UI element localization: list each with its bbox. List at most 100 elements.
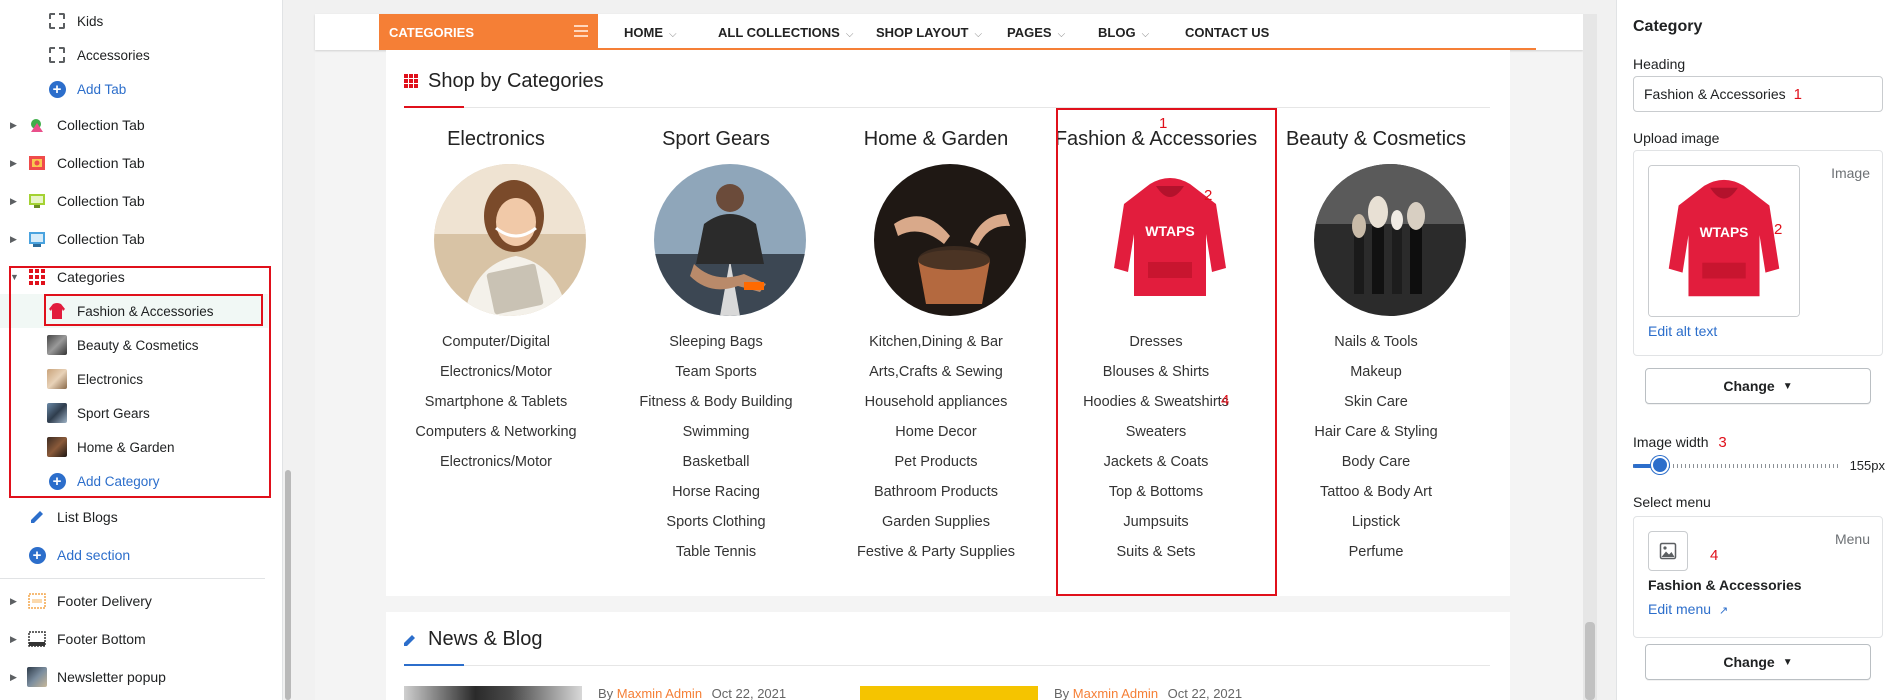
sidebar-item-collection-tab-4[interactable]: ▶ Collection Tab (0, 222, 268, 256)
sidebar-item-collection-tab-2[interactable]: ▶ Collection Tab (0, 146, 268, 180)
category-link[interactable]: Household appliances (826, 392, 1046, 422)
chevron-down-icon: ⌵ (974, 29, 983, 40)
add-tab-label: Add Tab (77, 81, 127, 97)
category-link[interactable]: Hair Care & Styling (1266, 422, 1486, 452)
change-image-button[interactable]: Change ▼ (1645, 368, 1871, 404)
category-link[interactable]: Tattoo & Body Art (1266, 482, 1486, 512)
categories-menu-label: CATEGORIES (389, 24, 474, 40)
sidebar-item-newsletter-popup[interactable]: ▶ Newsletter popup (0, 660, 268, 694)
store-preview: CATEGORIES HOME ⌵ ALL COLLECTIONS ⌵ SHOP L… (293, 0, 1613, 700)
chevron-down-icon: ⌵ (845, 29, 854, 40)
category-heading[interactable]: Sport Gears (606, 128, 826, 151)
category-heading[interactable]: Home & Garden (826, 128, 1046, 151)
category-link[interactable]: Makeup (1266, 362, 1486, 392)
nav-all-collections[interactable]: ALL COLLECTIONS ⌵ (718, 25, 853, 40)
add-tab-button[interactable]: + Add Tab (0, 72, 268, 106)
nav-blog[interactable]: BLOG ⌵ (1098, 25, 1149, 40)
sidebar-item-label: Collection Tab (57, 193, 145, 209)
category-link[interactable]: Bathroom Products (826, 482, 1046, 512)
home-garden-image[interactable] (874, 164, 1026, 316)
collection-tab-icon (26, 228, 48, 250)
category-link[interactable]: Electronics/Motor (386, 452, 606, 482)
category-link[interactable]: Festive & Party Supplies (826, 542, 1046, 572)
category-link[interactable]: Horse Racing (606, 482, 826, 512)
category-link[interactable]: Swimming (606, 422, 826, 452)
add-section-button[interactable]: + Add section (0, 538, 268, 572)
sidebar-item-kids[interactable]: Kids (0, 4, 268, 38)
category-link[interactable]: Kitchen,Dining & Bar (826, 332, 1046, 362)
fashion-item-highlight-box (44, 294, 263, 326)
chevron-down-icon: ⌵ (1141, 29, 1150, 40)
image-width-slider-thumb[interactable] (1651, 456, 1669, 474)
category-link[interactable]: Sports Clothing (606, 512, 826, 542)
sidebar-item-footer-delivery[interactable]: ▶ Footer Delivery (0, 584, 268, 618)
main-navbar: CATEGORIES HOME ⌵ ALL COLLECTIONS ⌵ SHOP L… (315, 14, 1583, 50)
sidebar-item-footer-bottom[interactable]: ▶ Footer Bottom (0, 622, 268, 656)
category-link[interactable]: Computer/Digital (386, 332, 606, 362)
category-link[interactable]: Perfume (1266, 542, 1486, 572)
category-link[interactable]: Electronics/Motor (386, 362, 606, 392)
sidebar-item-label: Footer Bottom (57, 631, 146, 647)
electronics-image[interactable] (434, 164, 586, 316)
change-menu-button[interactable]: Change ▼ (1645, 644, 1871, 680)
blog-author-link[interactable]: Maxmin Admin (1073, 686, 1158, 700)
category-link[interactable]: Computers & Networking (386, 422, 606, 452)
category-link[interactable]: Garden Supplies (826, 512, 1046, 542)
category-link-list: Nails & Tools Makeup Skin Care Hair Care… (1266, 332, 1486, 572)
nav-pages[interactable]: PAGES ⌵ (1007, 25, 1065, 40)
sidebar-item-label: Accessories (77, 47, 150, 63)
image-width-label: Image width 3 (1633, 434, 1727, 451)
sidebar-item-label: Collection Tab (57, 155, 145, 171)
category-link[interactable]: Fitness & Body Building (606, 392, 826, 422)
plus-circle-icon: + (26, 544, 48, 566)
category-link[interactable]: Nails & Tools (1266, 332, 1486, 362)
heading-input[interactable]: Fashion & Accessories 1 (1633, 76, 1883, 112)
edit-menu-link[interactable]: Edit menu ↗ (1648, 601, 1728, 617)
category-link[interactable]: Team Sports (606, 362, 826, 392)
settings-panel: Category Heading Fashion & Accessories 1… (1616, 0, 1893, 700)
nav-shop-layout[interactable]: SHOP LAYOUT ⌵ (876, 25, 982, 40)
image-width-value: 155px (1849, 458, 1885, 473)
hamburger-icon (574, 25, 588, 37)
sections-sidebar: Kids Accessories + Add Tab ▶ Collection … (0, 0, 283, 700)
category-link[interactable]: Home Decor (826, 422, 1046, 452)
sidebar-item-label: Kids (77, 13, 104, 29)
category-link[interactable]: Table Tennis (606, 542, 826, 572)
blog-post-image[interactable] (860, 686, 1038, 700)
plus-circle-icon: + (46, 78, 68, 100)
hoodie-print-text: WTAPS (1700, 224, 1749, 240)
blog-post-image[interactable] (404, 686, 582, 700)
pencil-icon (26, 506, 48, 528)
pencil-icon (402, 632, 418, 653)
sidebar-item-accessories[interactable]: Accessories (0, 38, 268, 72)
nav-contact-us[interactable]: CONTACT US (1185, 25, 1269, 40)
sidebar-item-label: Footer Delivery (57, 593, 152, 609)
sport-gears-image[interactable] (654, 164, 806, 316)
beauty-cosmetics-image[interactable] (1314, 164, 1466, 316)
categories-menu-button[interactable]: CATEGORIES (379, 14, 598, 50)
preview-scrollbar-thumb[interactable] (1585, 622, 1595, 700)
collection-tab-icon (26, 190, 48, 212)
sidebar-item-collection-tab-3[interactable]: ▶ Collection Tab (0, 184, 268, 218)
sidebar-item-list-blogs[interactable]: List Blogs (0, 500, 268, 534)
category-link[interactable]: Body Care (1266, 452, 1486, 482)
blog-author-link[interactable]: Maxmin Admin (617, 686, 702, 700)
select-menu-label: Select menu (1633, 494, 1711, 510)
category-link[interactable]: Skin Care (1266, 392, 1486, 422)
category-link[interactable]: Arts,Crafts & Sewing (826, 362, 1046, 392)
annotation-number-3: 3 (1718, 434, 1727, 451)
category-heading[interactable]: Electronics (386, 128, 606, 151)
sidebar-item-collection-tab-1[interactable]: ▶ Collection Tab (0, 108, 268, 142)
category-link[interactable]: Sleeping Bags (606, 332, 826, 362)
category-link[interactable]: Pet Products (826, 452, 1046, 482)
category-link[interactable]: Lipstick (1266, 512, 1486, 542)
edit-alt-text-link[interactable]: Edit alt text (1648, 323, 1717, 339)
sidebar-scrollbar-thumb[interactable] (285, 470, 291, 700)
fashion-column-highlight-box (1056, 108, 1277, 596)
nav-home[interactable]: HOME ⌵ (624, 25, 677, 40)
preview-scrollbar-track[interactable] (1583, 14, 1597, 700)
category-link[interactable]: Basketball (606, 452, 826, 482)
image-preview[interactable]: WTAPS (1648, 165, 1800, 317)
category-link[interactable]: Smartphone & Tablets (386, 392, 606, 422)
category-heading[interactable]: Beauty & Cosmetics (1266, 128, 1486, 151)
